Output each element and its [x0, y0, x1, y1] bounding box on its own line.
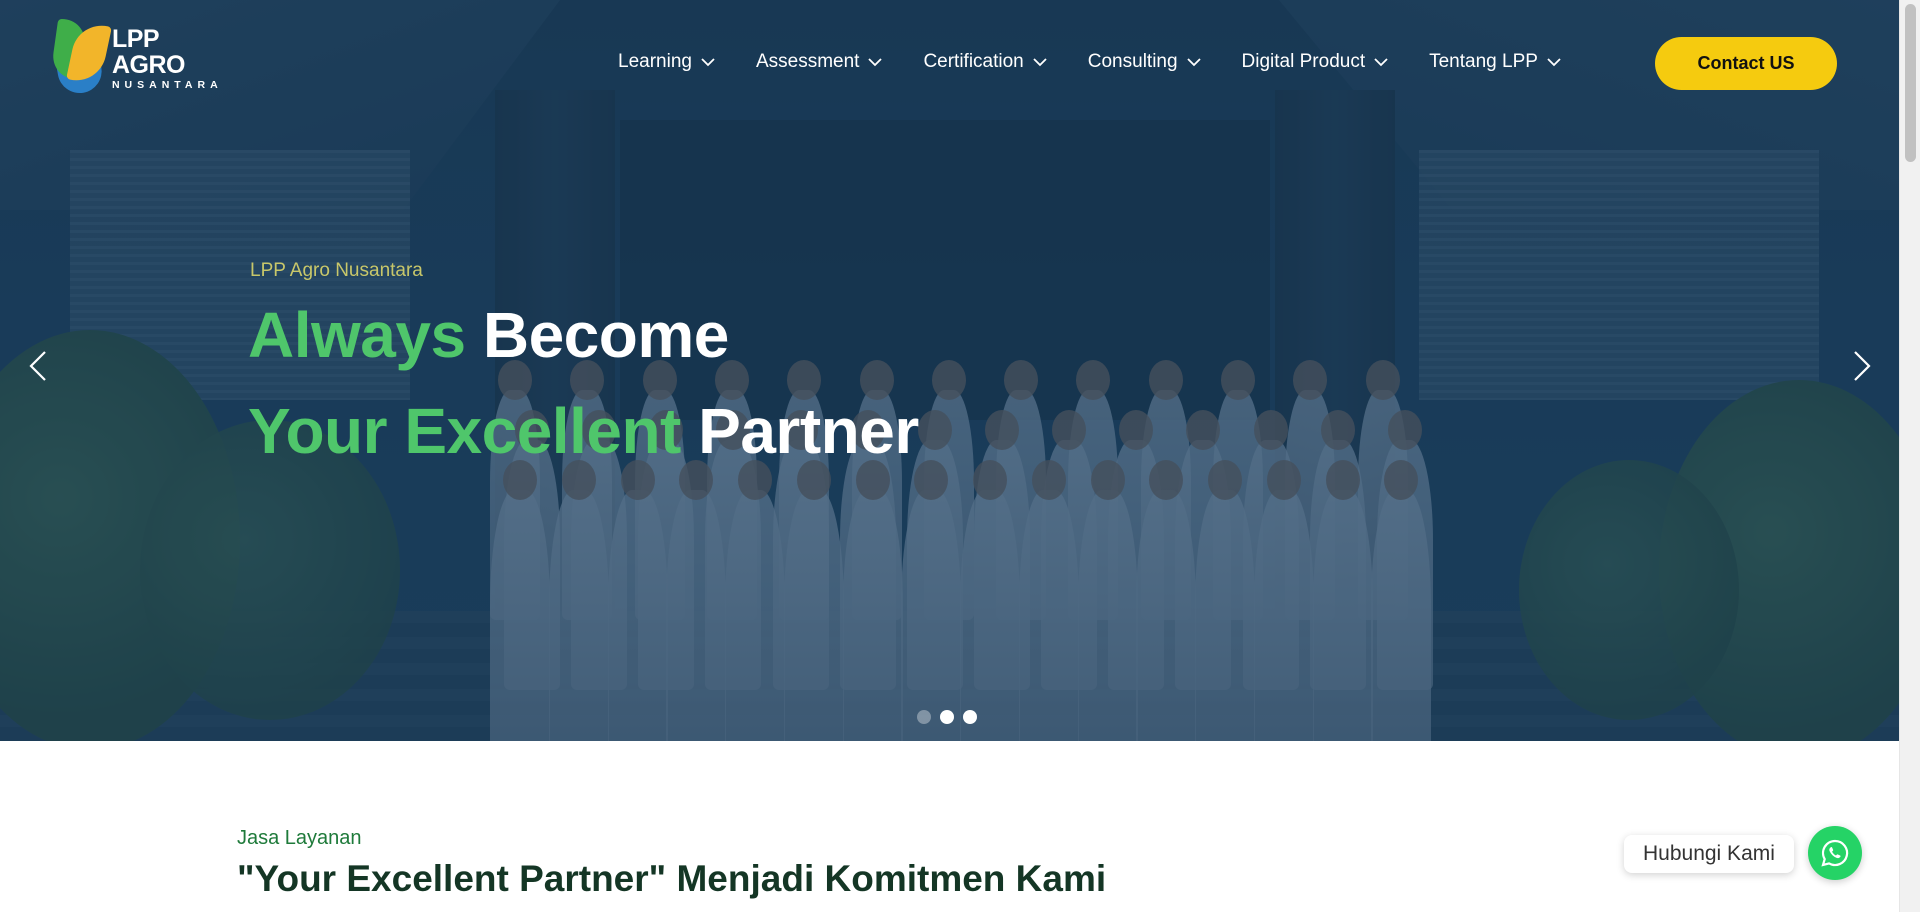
contact-us-button[interactable]: Contact US — [1655, 37, 1837, 90]
nav-item-learning[interactable]: Learning — [618, 51, 716, 73]
nav-item-label: Learning — [618, 51, 692, 72]
site-logo[interactable]: LPP AGRO NUSANTARA — [49, 17, 237, 99]
slider-prev-button[interactable] — [25, 350, 53, 382]
hero-headline-line2: Your Excellent Partner — [248, 394, 919, 468]
chevron-down-icon — [1186, 58, 1201, 67]
slider-pagination — [917, 710, 986, 724]
services-title: "Your Excellent Partner" Menjadi Komitme… — [237, 858, 1107, 899]
whatsapp-icon — [1821, 839, 1849, 867]
slider-dot[interactable] — [963, 710, 977, 724]
nav-item-digital-product[interactable]: Digital Product — [1242, 51, 1390, 73]
leaf-logo-icon — [49, 17, 112, 99]
chevron-down-icon — [701, 58, 715, 67]
whatsapp-label[interactable]: Hubungi Kami — [1624, 835, 1794, 873]
nav-item-assessment[interactable]: Assessment — [756, 51, 883, 73]
slider-dot[interactable] — [940, 710, 954, 724]
chevron-left-icon — [29, 351, 46, 381]
chevron-right-icon — [1854, 351, 1871, 381]
nav-item-tentang-lpp[interactable]: Tentang LPP — [1429, 51, 1562, 73]
logo-wordmark: LPP AGRO NUSANTARA — [112, 26, 237, 91]
nav-item-consulting[interactable]: Consulting — [1088, 51, 1202, 73]
hero-headline-accent: Always — [248, 299, 466, 371]
nav-item-label: Consulting — [1087, 51, 1178, 72]
whatsapp-button[interactable] — [1808, 826, 1862, 880]
logo-line2: NUSANTARA — [111, 78, 223, 91]
site-header: LPP AGRO NUSANTARA Learning Assessment Cer… — [0, 0, 1899, 120]
slider-next-button[interactable] — [1847, 350, 1875, 382]
services-kicker: Jasa Layanan — [237, 827, 362, 849]
logo-line1: LPP AGRO — [111, 24, 186, 79]
hero-headline-text: Partner — [698, 395, 919, 467]
hero-headline-text: Become — [482, 299, 730, 371]
nav-item-label: Certification — [923, 51, 1024, 72]
hero-headline-accent: Your Excellent — [248, 395, 681, 467]
chevron-down-icon — [1033, 58, 1047, 67]
nav-item-label: Digital Product — [1241, 51, 1366, 72]
nav-item-label: Assessment — [755, 51, 860, 72]
chevron-down-icon — [1374, 58, 1388, 67]
slider-dot[interactable] — [917, 710, 931, 724]
hero-kicker: LPP Agro Nusantara — [250, 260, 423, 281]
chevron-down-icon — [1547, 58, 1561, 67]
nav-item-certification[interactable]: Certification — [923, 51, 1047, 73]
main-nav: Learning Assessment Certification Consultin… — [618, 46, 1602, 78]
nav-item-label: Tentang LPP — [1429, 51, 1538, 72]
hero-headline-line1: Always Become — [248, 298, 729, 372]
page-scrollbar[interactable] — [1899, 0, 1920, 912]
scrollbar-thumb[interactable] — [1905, 4, 1916, 162]
chevron-down-icon — [868, 58, 883, 67]
